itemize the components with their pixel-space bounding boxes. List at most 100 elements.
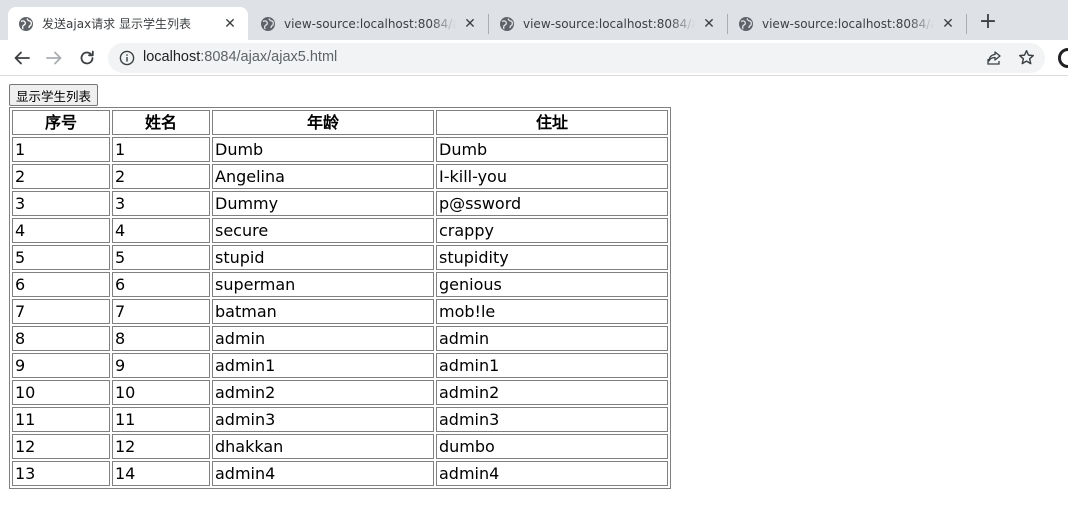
table-cell: admin3 bbox=[212, 407, 434, 432]
tab-title: view-source:localhost:8084/ajax/ajax5.ht… bbox=[762, 16, 934, 31]
reload-button[interactable] bbox=[73, 44, 101, 72]
close-icon[interactable]: ✕ bbox=[462, 16, 478, 32]
table-cell: admin1 bbox=[212, 353, 434, 378]
table-row: 10 10 admin2 admin2 bbox=[12, 380, 668, 405]
address-bar[interactable]: localhost:8084/ajax/ajax5.html bbox=[108, 43, 1045, 73]
table-cell: 12 bbox=[12, 434, 110, 459]
back-button[interactable] bbox=[8, 44, 36, 72]
table-cell: Dumb bbox=[436, 137, 668, 162]
table-cell: 2 bbox=[112, 164, 210, 189]
globe-icon bbox=[500, 16, 514, 31]
new-tab-button[interactable]: + bbox=[976, 10, 1000, 34]
tab-title: view-source:localhost:8084/ajax/ajax5.ht… bbox=[284, 16, 456, 31]
table-cell: admin4 bbox=[212, 461, 434, 486]
table-row: 8 8 admin admin bbox=[12, 326, 668, 351]
table-cell: 8 bbox=[112, 326, 210, 351]
table-cell: Dummy bbox=[212, 191, 434, 216]
column-header: 序号 bbox=[12, 110, 110, 135]
table-cell: 12 bbox=[112, 434, 210, 459]
table-body: 1 1 Dumb Dumb 2 2 Angelina I-kill-you 3 3 Dummy p@s… bbox=[12, 137, 668, 486]
table-cell: admin bbox=[212, 326, 434, 351]
globe-icon bbox=[19, 16, 33, 31]
close-icon[interactable]: ✕ bbox=[222, 16, 238, 32]
table-cell: 14 bbox=[112, 461, 210, 486]
table-cell: 1 bbox=[12, 137, 110, 162]
arrow-left-icon bbox=[14, 51, 30, 65]
table-cell: 1 bbox=[112, 137, 210, 162]
table-cell: Dumb bbox=[212, 137, 434, 162]
tab-title: view-source:localhost:8084/ajax/ajax5.ht… bbox=[523, 16, 695, 31]
table-cell: admin2 bbox=[436, 380, 668, 405]
table-cell: 10 bbox=[112, 380, 210, 405]
url-text[interactable]: localhost:8084/ajax/ajax5.html bbox=[143, 49, 337, 65]
globe-icon bbox=[739, 16, 753, 31]
info-icon[interactable] bbox=[119, 50, 135, 66]
table-cell: 11 bbox=[12, 407, 110, 432]
table-row: 6 6 superman genious bbox=[12, 272, 668, 297]
table-cell: crappy bbox=[436, 218, 668, 243]
table-header-row: 序号 姓名 年龄 住址 bbox=[12, 110, 668, 135]
table-cell: 9 bbox=[12, 353, 110, 378]
table-cell: 7 bbox=[112, 299, 210, 324]
table-cell: superman bbox=[212, 272, 434, 297]
table-cell: 11 bbox=[112, 407, 210, 432]
table-row: 3 3 Dummy p@ssword bbox=[12, 191, 668, 216]
table-cell: admin bbox=[436, 326, 668, 351]
table-cell: mob!le bbox=[436, 299, 668, 324]
globe-icon bbox=[261, 16, 275, 31]
share-icon[interactable] bbox=[986, 50, 1002, 66]
tab-0[interactable]: 发送ajax请求 显示学生列表 ✕ bbox=[8, 7, 248, 40]
table-cell: 2 bbox=[12, 164, 110, 189]
tab-strip: 发送ajax请求 显示学生列表 ✕ view-source:localhost:… bbox=[0, 0, 1068, 40]
table-row: 1 1 Dumb Dumb bbox=[12, 137, 668, 162]
tab-1[interactable]: view-source:localhost:8084/ajax/ajax5.ht… bbox=[250, 7, 488, 40]
table-cell: admin1 bbox=[436, 353, 668, 378]
url-path: :8084/ajax/ajax5.html bbox=[200, 49, 338, 65]
student-table: 序号 姓名 年龄 住址 1 1 Dumb Dumb 2 2 Angelina I-kill-y… bbox=[9, 107, 671, 489]
table-row: 7 7 batman mob!le bbox=[12, 299, 668, 324]
table-cell: 3 bbox=[12, 191, 110, 216]
table-cell: batman bbox=[212, 299, 434, 324]
tab-3[interactable]: view-source:localhost:8084/ajax/ajax5.ht… bbox=[728, 7, 966, 40]
table-row: 12 12 dhakkan dumbo bbox=[12, 434, 668, 459]
reload-icon bbox=[80, 50, 94, 65]
table-cell: stupidity bbox=[436, 245, 668, 270]
table-cell: I-kill-you bbox=[436, 164, 668, 189]
table-row: 9 9 admin1 admin1 bbox=[12, 353, 668, 378]
table-row: 5 5 stupid stupidity bbox=[12, 245, 668, 270]
table-cell: genious bbox=[436, 272, 668, 297]
table-cell: 9 bbox=[112, 353, 210, 378]
close-icon[interactable]: ✕ bbox=[940, 16, 956, 32]
url-host: localhost bbox=[143, 49, 201, 65]
close-icon[interactable]: ✕ bbox=[701, 16, 717, 32]
table-cell: 13 bbox=[12, 461, 110, 486]
table-cell: 5 bbox=[12, 245, 110, 270]
table-row: 4 4 secure crappy bbox=[12, 218, 668, 243]
table-cell: admin2 bbox=[212, 380, 434, 405]
table-cell: 3 bbox=[112, 191, 210, 216]
tab-2[interactable]: view-source:localhost:8084/ajax/ajax5.ht… bbox=[489, 7, 727, 40]
table-row: 2 2 Angelina I-kill-you bbox=[12, 164, 668, 189]
tab-separator bbox=[966, 14, 967, 34]
show-student-list-button[interactable]: 显示学生列表 bbox=[9, 84, 99, 106]
page-content: 显示学生列表 序号 姓名 年龄 住址 1 1 Dumb Dumb 2 2 Angelina I… bbox=[0, 76, 1068, 516]
table-row: 13 14 admin4 admin4 bbox=[12, 461, 668, 486]
table-cell: Angelina bbox=[212, 164, 434, 189]
table-cell: 5 bbox=[112, 245, 210, 270]
column-header: 住址 bbox=[436, 110, 668, 135]
arrow-right-icon bbox=[46, 51, 62, 65]
table-cell: secure bbox=[212, 218, 434, 243]
table-cell: 7 bbox=[12, 299, 110, 324]
table-cell: 8 bbox=[12, 326, 110, 351]
table-cell: 6 bbox=[112, 272, 210, 297]
forward-button[interactable] bbox=[40, 44, 68, 72]
column-header: 年龄 bbox=[212, 110, 434, 135]
table-cell: dumbo bbox=[436, 434, 668, 459]
table-cell: 10 bbox=[12, 380, 110, 405]
table-cell: dhakkan bbox=[212, 434, 434, 459]
tab-title: 发送ajax请求 显示学生列表 bbox=[42, 17, 191, 31]
table-cell: 6 bbox=[12, 272, 110, 297]
toolbar: localhost:8084/ajax/ajax5.html bbox=[0, 40, 1068, 76]
table-cell: 4 bbox=[12, 218, 110, 243]
star-icon[interactable] bbox=[1018, 49, 1035, 66]
